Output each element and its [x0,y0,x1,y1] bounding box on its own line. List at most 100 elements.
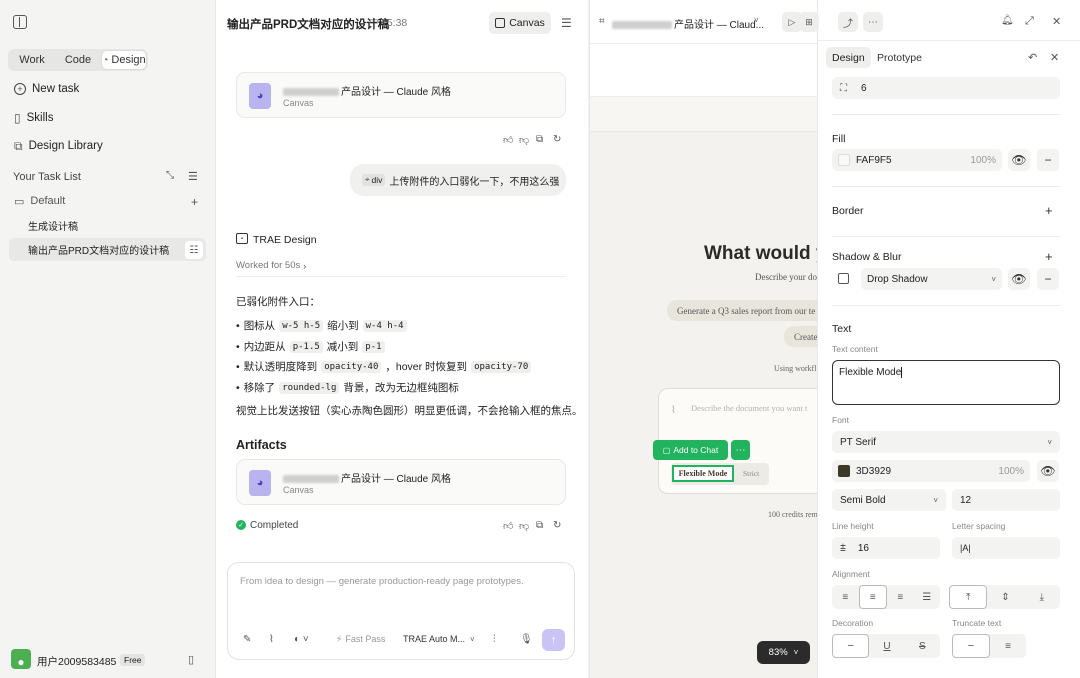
truncate-lines-icon[interactable]: ≡ [990,634,1026,658]
suggestion-chip[interactable]: Create [784,326,817,347]
zoom-control[interactable]: 83% ˅ [757,641,810,664]
skills-button[interactable]: ▯ Skills [14,108,53,128]
bullet-text: 背景，改为无边框纯图标 [343,382,459,394]
line-height-field[interactable]: ⩲ 16 [832,537,940,559]
collapse-icon[interactable]: ⤡ [166,170,174,181]
tab-prototype[interactable]: Prototype [877,52,922,64]
align-left-icon[interactable]: ≡ [832,585,859,609]
more-icon[interactable]: ⋯ [863,12,883,32]
font-size-field[interactable]: 12 [952,489,1060,511]
canvas-toggle-button[interactable]: Canvas [489,12,551,34]
retry-icon[interactable]: ↻ [553,520,561,531]
text-content-input[interactable]: Flexible Mode [832,360,1060,405]
task-list-icon[interactable]: ☷ [185,241,203,259]
no-truncate-icon[interactable]: − [952,634,990,658]
mode-tab-code[interactable]: Code [56,51,100,69]
align-top-icon[interactable]: ⤒ [949,585,988,609]
text-content-value: Flexible Mode [839,367,902,379]
suggestion-chip[interactable]: Generate a Q3 sales report from our te [667,300,817,321]
strikethrough-icon[interactable]: S [905,634,940,658]
close-icon[interactable]: ✕ [1052,15,1061,28]
corner-radius-field[interactable]: ⛶ 6 [832,77,1060,99]
add-shadow-icon[interactable]: + [1045,249,1053,264]
fill-color-field[interactable]: FAF9F5 100% [832,149,1002,171]
waveform-icon[interactable]: ⫶ [493,634,496,645]
design-library-button[interactable]: ⧉ Design Library [14,136,103,156]
retry-icon[interactable]: ↻ [553,134,561,145]
page-header-preview [590,44,817,96]
fast-pass-toggle[interactable]: ⚡︎ Fast Pass [336,634,385,645]
new-task-button[interactable]: + New task [14,79,79,99]
fill-swatch[interactable] [838,154,850,166]
minus-icon[interactable]: − [1037,149,1059,171]
artifact-card[interactable]: ◕ 产品设计 — Claude 风格 Canvas [236,72,566,118]
font-weight-value: Semi Bold [840,494,886,506]
letter-spacing-field[interactable]: |A| [952,537,1060,559]
attach-icon[interactable]: ⌇ [671,405,676,416]
avatar[interactable]: ● [11,649,31,669]
strict-mode-option[interactable]: Strict [743,469,759,478]
minus-icon[interactable]: − [1037,268,1059,290]
composer-input[interactable]: From idea to design — generate productio… [240,576,524,587]
eye-icon[interactable]: 👁︎ [1008,149,1030,171]
sidebar: Work Code ◔ Design + New task ▯ Skills ⧉ … [0,0,214,678]
artifact-card[interactable]: ◕ 产品设计 — Claude 风格 Canvas [236,459,566,505]
task-group-default[interactable]: ▭ Default [14,191,65,211]
close-icon[interactable]: ✕ [1050,51,1059,64]
shadow-type-select[interactable]: Drop Shadow ˅ [861,268,1002,290]
text-color-hex: 3D3929 [856,465,892,477]
attach-icon[interactable]: ⌇ [269,634,274,645]
no-decoration-icon[interactable]: − [832,634,870,658]
canvas-tab-title[interactable]: 产品设计 — Claud... [612,16,764,31]
align-center-icon[interactable]: ≡ [858,585,887,609]
style-picker-icon[interactable]: ◐ ˅ [294,634,309,645]
chevron-down-icon[interactable]: ˅ [754,16,759,25]
font-weight-select[interactable]: Semi Bold ˅ [832,489,946,511]
list-settings-icon[interactable]: ☰ [561,16,572,30]
device-icon[interactable]: ▯ [188,653,194,666]
task-item-active[interactable]: 输出产品PRD文档对应的设计稿 [9,238,206,261]
fill-opacity: 100% [970,154,996,166]
text-color-swatch[interactable] [838,465,850,477]
grid-icon[interactable]: ⊞ [799,12,819,32]
thumbs-down-icon[interactable]: 👎︎ [519,134,529,146]
copy-icon[interactable]: ⧉ [536,134,543,145]
add-to-chat-button[interactable]: ▢ Add to Chat [653,440,728,460]
filter-icon[interactable]: ☰ [188,170,198,183]
folder-icon: ▭ [369,16,379,27]
undo-icon[interactable]: ↶ [1028,51,1037,64]
share-icon[interactable]: ⤴ [838,12,858,32]
task-item[interactable]: 生成设计稿 [9,214,206,237]
more-options-button[interactable]: ⋯ [731,440,750,460]
mode-tab-work[interactable]: Work [10,51,54,69]
horizontal-align-group: ≡ ≡ ≡ ☰ [832,585,940,609]
align-justify-icon[interactable]: ☰ [914,585,941,609]
expand-icon[interactable]: ⤢ [1025,15,1034,28]
flexible-mode-option[interactable]: Flexible Mode [672,465,734,482]
eye-icon[interactable]: 👁︎ [1008,268,1030,290]
worked-duration[interactable]: Worked for 50s › [236,260,306,271]
bell-icon[interactable]: 🔔︎ [1001,15,1014,26]
send-button[interactable]: ↑ [542,629,565,651]
thumbs-up-icon[interactable]: 👍︎ [503,520,513,532]
tab-design[interactable]: Design [826,47,871,68]
microphone-icon[interactable]: 🎙︎ [520,634,533,645]
align-bottom-icon[interactable]: ⤓ [1024,585,1060,609]
add-task-icon[interactable]: + [187,194,202,209]
text-color-field[interactable]: 3D3929 100% [832,460,1030,482]
thumbs-down-icon[interactable]: 👎︎ [519,520,529,532]
font-family-select[interactable]: PT Serif ˅ [832,431,1060,453]
edit-icon[interactable]: ✎ [243,634,251,645]
align-middle-icon[interactable]: ⇕ [987,585,1023,609]
add-border-icon[interactable]: + [1045,203,1053,218]
thumbs-up-icon[interactable]: 👍︎ [503,134,513,146]
eye-icon[interactable]: 👁︎ [1037,460,1059,482]
prompt-placeholder: Describe the document you want t [691,403,808,413]
copy-icon[interactable]: ⧉ [536,520,543,531]
mode-tab-design[interactable]: ◔ Design [102,51,146,69]
sidebar-toggle-icon[interactable] [13,15,27,29]
model-select[interactable]: TRAE Auto M... ˅ [403,634,475,644]
underline-icon[interactable]: U [869,634,904,658]
shadow-visibility-icon[interactable] [838,273,849,284]
align-right-icon[interactable]: ≡ [887,585,914,609]
